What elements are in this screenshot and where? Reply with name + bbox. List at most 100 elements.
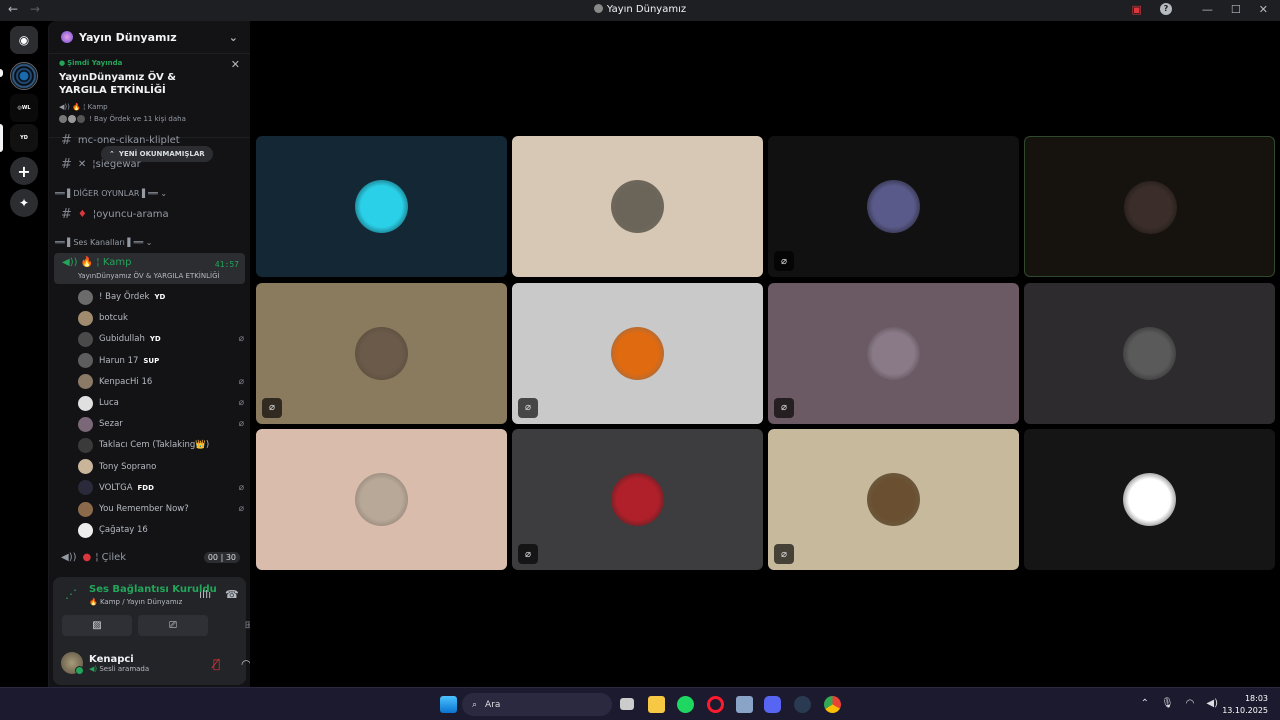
voice-member[interactable]: VOLTGA FDD ⌀ xyxy=(78,479,244,497)
avatar xyxy=(1123,473,1176,526)
chrome-icon[interactable] xyxy=(824,696,841,713)
selected-pill xyxy=(0,69,3,77)
channel-oyuncu-arama[interactable]: # ♦ ¦ oyuncu-arama xyxy=(53,204,246,224)
avatar xyxy=(611,473,664,526)
avatar xyxy=(78,289,93,305)
user-area[interactable]: Kenapci ◀) Sesli aramada xyxy=(61,652,149,675)
voice-status[interactable]: Ses Bağlantısı Kuruldu xyxy=(89,584,217,595)
voice-member[interactable]: Tony Soprano xyxy=(78,458,244,476)
help-button[interactable]: ? xyxy=(1159,3,1172,15)
window-controls: ▣ ? — ☐ ✕ xyxy=(1132,3,1268,16)
member-name: Çağatay 16 xyxy=(99,525,148,536)
voice-member[interactable]: KenpacHi 16 ⌀ xyxy=(78,373,244,391)
voice-member[interactable]: Taklacı Cem (Taklaking👑) xyxy=(78,436,244,454)
voice-location[interactable]: 🔥 Kamp / Yayın Dünyamız xyxy=(89,598,182,606)
participant-tile[interactable]: ⌀ xyxy=(768,136,1019,277)
avatar xyxy=(78,374,93,390)
spotify-icon[interactable] xyxy=(677,696,694,713)
member-name: Harun 17 xyxy=(99,355,139,366)
strawberry-icon: ● xyxy=(82,551,92,563)
noise-suppression-icon[interactable]: ıllı xyxy=(199,588,211,601)
mic-muted-icon: ⌀ xyxy=(238,398,244,408)
voice-member[interactable]: Harun 17 SUP xyxy=(78,352,244,370)
chevron-down-icon[interactable]: ⌄ xyxy=(229,31,238,44)
participant-tile[interactable]: ⌀ xyxy=(768,282,1019,424)
minimize-button[interactable]: — xyxy=(1202,3,1213,16)
swords-icon: ✕ xyxy=(77,158,87,170)
close-button[interactable]: ✕ xyxy=(1259,3,1268,16)
category-games[interactable]: ══ ▌DİĞER OYUNLAR ▌══ ⌄ xyxy=(55,189,167,198)
voice-member[interactable]: botcuk xyxy=(78,309,244,327)
voice-channel-cilek[interactable]: ◀)) ● ¦ Çilek 00 | 30 xyxy=(53,547,246,567)
voice-member[interactable]: ! Bay Ördek YD xyxy=(78,288,244,306)
volume-icon[interactable]: ◀) xyxy=(1206,698,1218,709)
server-icon-radar[interactable] xyxy=(10,62,38,90)
category-voice[interactable]: ══ ▌Ses Kanalları ▌══ ⌄ xyxy=(55,238,152,247)
member-name: KenpacHi 16 xyxy=(99,376,153,387)
participant-tile[interactable] xyxy=(256,429,507,570)
discord-taskbar-icon[interactable] xyxy=(764,696,781,713)
channel-partial[interactable]: # mc-one-cikan-kliplet xyxy=(53,133,246,147)
app-icon[interactable] xyxy=(736,696,753,713)
avatar xyxy=(611,180,664,233)
member-name: Tony Soprano xyxy=(99,461,157,472)
avatar xyxy=(78,501,93,517)
avatar xyxy=(355,180,408,233)
camera-button[interactable]: ▨ xyxy=(62,615,132,636)
add-server-icon[interactable]: + xyxy=(10,157,38,185)
disconnect-icon[interactable]: ☎ xyxy=(225,588,239,601)
participant-tile[interactable] xyxy=(1024,282,1275,424)
role-badge: YD xyxy=(154,293,166,301)
chevron-up-icon[interactable]: ⌃ xyxy=(1141,698,1149,709)
avatar xyxy=(61,652,84,675)
voice-channel-kamp[interactable]: ◀)) 🔥 ¦ Kamp 41:57 YayınDünyamız ÖV & YA… xyxy=(54,253,245,284)
member-name: botcuk xyxy=(99,313,128,324)
clock[interactable]: 18:03 13.10.2025 xyxy=(1222,693,1268,717)
task-view-icon[interactable] xyxy=(620,698,634,710)
server-icon-whitelist[interactable]: ◎WL xyxy=(10,94,38,122)
participant-tile[interactable]: ⌀ xyxy=(512,429,763,570)
participant-tile[interactable] xyxy=(1024,429,1275,570)
participant-tile[interactable]: ⌀ xyxy=(768,429,1019,570)
server-icon-yayin-dunyamiz[interactable]: YD xyxy=(10,124,38,152)
maximize-button[interactable]: ☐ xyxy=(1231,3,1241,16)
avatar xyxy=(867,473,920,526)
taskbar-search[interactable]: ⌕ Ara xyxy=(462,693,612,716)
steam-icon[interactable] xyxy=(794,696,811,713)
headphones-icon[interactable]: ◠ xyxy=(241,657,250,671)
screen-icon[interactable]: ▣ xyxy=(1132,3,1142,16)
participant-tile[interactable]: ⌀ xyxy=(256,282,507,424)
windows-start-icon[interactable] xyxy=(440,696,457,713)
server-icon xyxy=(593,4,603,13)
close-icon[interactable]: ✕ xyxy=(231,58,240,71)
participant-tile[interactable] xyxy=(1024,136,1275,277)
voice-panel: ⋰ Ses Bağlantısı Kuruldu 🔥 Kamp / Yayın … xyxy=(53,577,250,685)
role-badge: FDD xyxy=(137,483,154,492)
participant-tile[interactable] xyxy=(512,136,763,277)
voice-member[interactable]: Sezar ⌀ xyxy=(78,415,244,433)
member-name: Luca xyxy=(99,398,119,408)
discord-home-icon[interactable]: ◉ xyxy=(10,26,38,54)
voice-member[interactable]: You Remember Now? ⌀ xyxy=(78,500,244,518)
microphone-icon[interactable]: 🎙 xyxy=(1161,698,1174,709)
mic-muted-icon: ⌀ xyxy=(238,504,244,514)
live-event-banner[interactable]: Şimdi Yayında ✕ YayınDünyamız ÖV & YARGI… xyxy=(49,54,250,138)
server-header[interactable]: Yayın Dünyamız ⌄ xyxy=(49,21,250,54)
mic-muted-icon[interactable]: 🎙̸ xyxy=(213,657,220,671)
activity-button[interactable]: ⊞ xyxy=(214,615,250,636)
opera-icon[interactable] xyxy=(707,696,724,713)
avatar xyxy=(78,353,93,369)
screen-share-button[interactable]: ⎚ xyxy=(138,615,208,636)
discover-icon[interactable]: ✦ xyxy=(10,189,38,217)
participant-tile[interactable]: ⌀ xyxy=(512,282,763,424)
hash-icon: # xyxy=(61,206,72,222)
avatar xyxy=(78,437,93,453)
wifi-icon[interactable]: ◠ xyxy=(1186,698,1195,709)
voice-member[interactable]: Gubidullah YD ⌀ xyxy=(78,330,244,348)
file-explorer-icon[interactable] xyxy=(648,696,665,713)
participant-tile[interactable] xyxy=(256,136,507,277)
channel-siegewar[interactable]: # ✕ ¦ siegewar xyxy=(53,154,246,174)
role-badge: YD xyxy=(149,335,161,344)
voice-member[interactable]: Çağatay 16 xyxy=(78,521,244,539)
voice-member[interactable]: Luca ⌀ xyxy=(78,394,244,412)
